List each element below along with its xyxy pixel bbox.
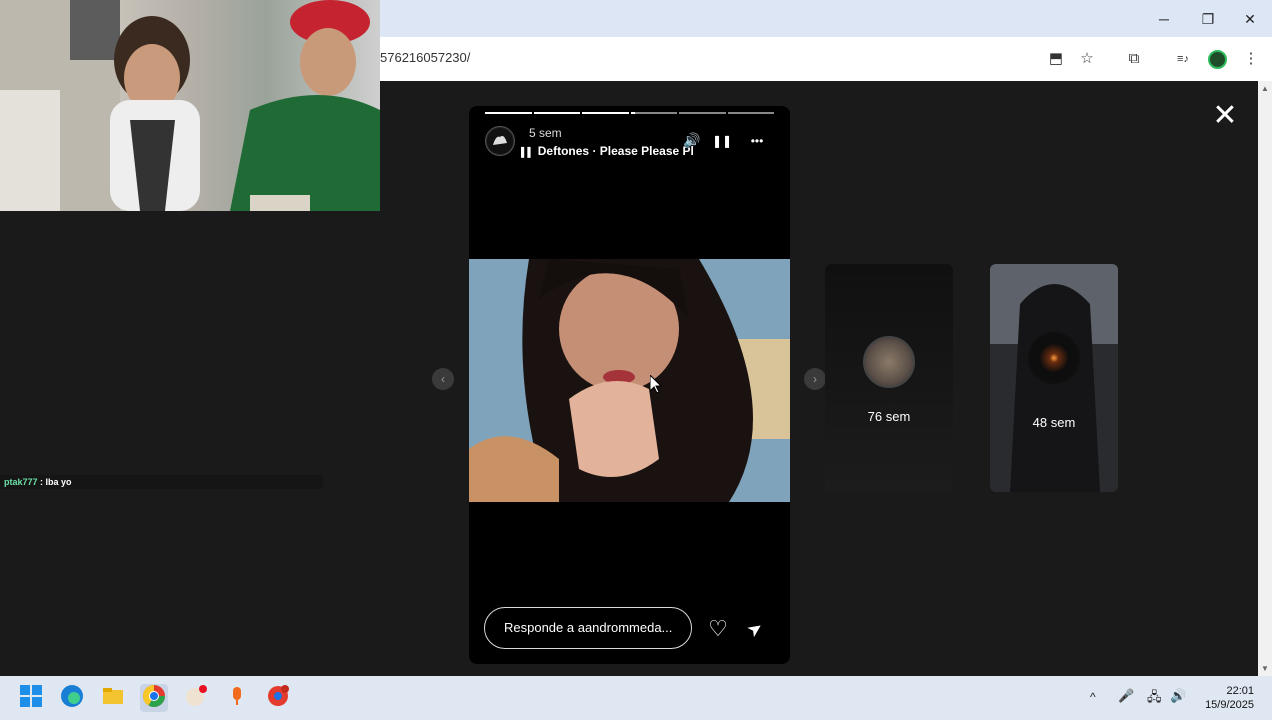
more-options-icon[interactable]: ••• [745,134,769,148]
close-window-button[interactable]: ✕ [1239,8,1261,30]
story-progress-fill [630,112,636,114]
stream-chat-message: ptak777 : Iba yo [0,475,323,489]
install-app-icon[interactable]: ⬒ [1045,48,1067,70]
edge-browser-icon[interactable] [58,684,86,712]
chat-message-text: Iba yo [45,477,72,487]
thumbnail-avatar [863,336,915,388]
tray-chevron-icon[interactable]: ^ [1090,690,1096,704]
minimize-button[interactable]: ─ [1153,8,1175,30]
story-progress-fill [582,112,629,114]
mute-icon[interactable]: 🔊 [682,132,702,149]
story-progress-fill [533,112,580,114]
like-heart-icon[interactable]: ♡ [705,616,731,642]
story-photo [469,259,790,502]
story-progress-segment [727,112,774,114]
scroll-down-arrow[interactable]: ▼ [1258,662,1272,676]
story-photo-image [469,259,790,502]
file-explorer-icon[interactable] [99,684,127,712]
story-progress-fill [485,112,532,114]
chat-separator: : [37,477,46,487]
next-story-arrow[interactable]: › [804,368,826,390]
previous-story-arrow[interactable]: ‹ [432,368,454,390]
app-taskbar-icon[interactable] [181,684,209,712]
start-button[interactable] [17,684,45,712]
story-progress-segment [630,112,677,114]
network-tray-icon[interactable]: 🖧 [1147,688,1162,710]
bookmark-star-icon[interactable]: ☆ [1076,48,1098,70]
system-clock[interactable]: 22:01 15/9/2025 [1192,684,1254,712]
scroll-up-arrow[interactable]: ▲ [1258,82,1272,96]
scrollbar[interactable] [1258,81,1272,676]
webcam-video-image [0,0,380,211]
thumbnail-time-label: 76 sem [867,409,911,424]
volume-tray-icon[interactable]: 🔊 [1170,688,1186,704]
send-icon[interactable]: ➤ [737,611,773,647]
media-control-icon[interactable]: ≡♪ [1172,48,1194,70]
address-bar-url[interactable]: 576216057230/ [380,50,470,65]
story-progress-segment [679,112,726,114]
story-timestamp: 5 sem [529,126,562,140]
mic-tray-icon[interactable]: 🎤 [1118,688,1134,704]
next-story-thumbnail[interactable]: 76 sem [825,264,953,492]
webcam-overlay [0,0,380,211]
clock-date: 15/9/2025 [1205,699,1254,711]
restore-button[interactable]: ❐ [1197,8,1219,30]
microphone-app-icon[interactable] [223,684,251,712]
pause-icon[interactable]: ❚❚ [712,134,732,148]
profile-avatar[interactable] [1208,50,1227,69]
browser-menu-icon[interactable]: ⋮ [1240,48,1262,70]
close-story-icon[interactable]: ✕ [1210,101,1240,131]
thumbnail-avatar [1028,332,1080,384]
chrome-taskbar-icon[interactable] [140,684,168,712]
windows-logo-icon [20,685,42,707]
chrome-profile-taskbar-icon[interactable] [264,684,292,712]
story-author-avatar[interactable] [485,126,515,156]
mouse-cursor [649,373,663,398]
chat-username: ptak777 [4,477,38,487]
story-music-label[interactable]: ▌▌ Deftones · Please Please Pl [521,144,694,158]
thumbnail-time-label: 48 sem [1032,415,1076,430]
clock-time: 22:01 [1226,685,1254,697]
reply-input[interactable]: Responde a aandrommeda... [484,607,692,649]
next-story-thumbnail[interactable]: 48 sem [990,264,1118,492]
story-card[interactable]: 5 sem ▌▌ Deftones · Please Please Pl 🔊 ❚❚… [469,106,790,664]
extensions-icon[interactable]: ⧉ [1123,48,1145,70]
avatar-image [487,128,513,154]
story-music-title: Deftones · Please Please Pl [537,144,694,158]
